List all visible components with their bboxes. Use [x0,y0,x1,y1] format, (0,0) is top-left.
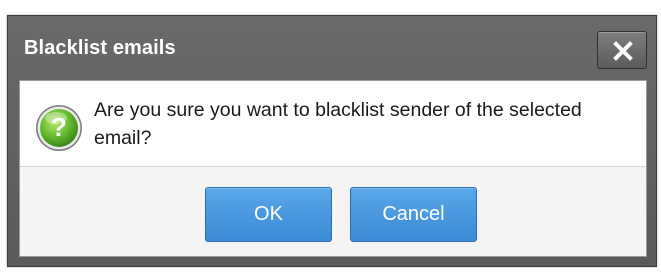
close-button[interactable] [597,31,647,69]
dialog-message: Are you sure you want to blacklist sende… [94,99,582,149]
ok-button[interactable]: OK [205,187,332,242]
dialog-title: Blacklist emails [24,37,176,59]
dialog-content: ? Are you sure you want to blacklist sen… [19,80,647,257]
cancel-button[interactable]: Cancel [350,187,477,242]
dialog-titlebar: Blacklist emails [8,16,656,80]
blacklist-dialog: Blacklist emails ? Are you sure you want… [7,15,657,267]
close-icon [613,41,633,61]
message-area: ? Are you sure you want to blacklist sen… [20,81,646,166]
svg-text:?: ? [51,112,67,142]
question-icon: ? [36,105,82,151]
button-area: OK Cancel [20,167,646,256]
